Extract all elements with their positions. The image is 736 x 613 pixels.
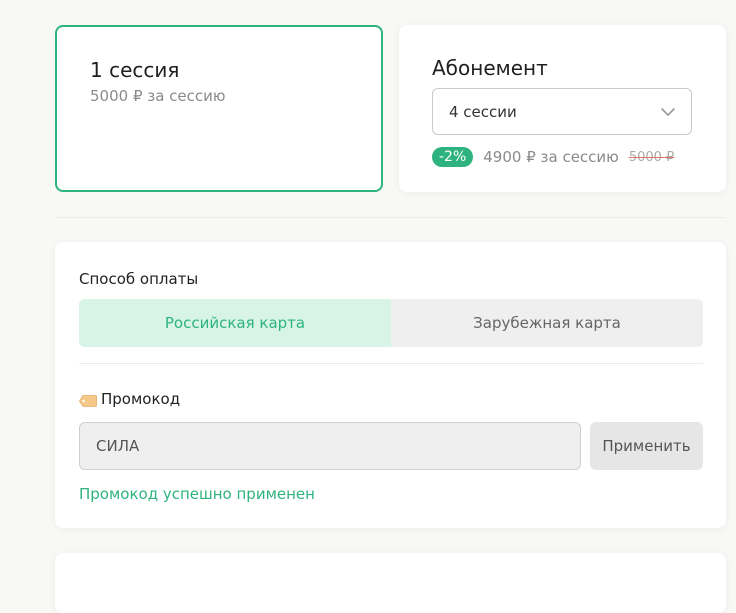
discounted-price: 4900 ₽ за сессию — [483, 148, 619, 166]
promo-label: Промокод — [79, 390, 180, 408]
old-price: 5000 ₽ — [628, 149, 675, 165]
promo-success-message: Промокод успешно применен — [79, 485, 315, 503]
promo-label-text: Промокод — [101, 390, 181, 408]
payment-method-heading: Способ оплаты — [79, 270, 199, 288]
section-divider — [55, 217, 726, 218]
sessions-count-select[interactable]: 4 сессии — [432, 88, 692, 135]
chevron-down-icon — [661, 105, 675, 119]
plan-title: Абонемент — [432, 56, 548, 80]
plan-card-single-session[interactable]: 1 сессия 5000 ₽ за сессию — [55, 25, 383, 192]
payment-divider — [79, 363, 703, 364]
tag-icon — [79, 393, 97, 407]
payment-method-tabs: Российская карта Зарубежная карта — [79, 299, 703, 347]
plan-card-subscription[interactable]: Абонемент 4 сессии -2% 4900 ₽ за сессию … — [399, 25, 726, 192]
tab-foreign-card[interactable]: Зарубежная карта — [391, 299, 703, 347]
discount-badge: -2% — [432, 147, 474, 167]
promo-code-input[interactable] — [79, 422, 581, 470]
next-section-card — [55, 553, 726, 613]
discount-row: -2% 4900 ₽ за сессию 5000 ₽ — [432, 147, 726, 167]
payment-card: Способ оплаты Российская карта Зарубежна… — [55, 242, 726, 528]
plan-price: 5000 ₽ за сессию — [90, 87, 226, 105]
tab-russian-card[interactable]: Российская карта — [79, 299, 391, 347]
apply-promo-button[interactable]: Применить — [590, 422, 703, 470]
select-value: 4 сессии — [449, 102, 517, 121]
plan-title: 1 сессия — [90, 58, 180, 82]
